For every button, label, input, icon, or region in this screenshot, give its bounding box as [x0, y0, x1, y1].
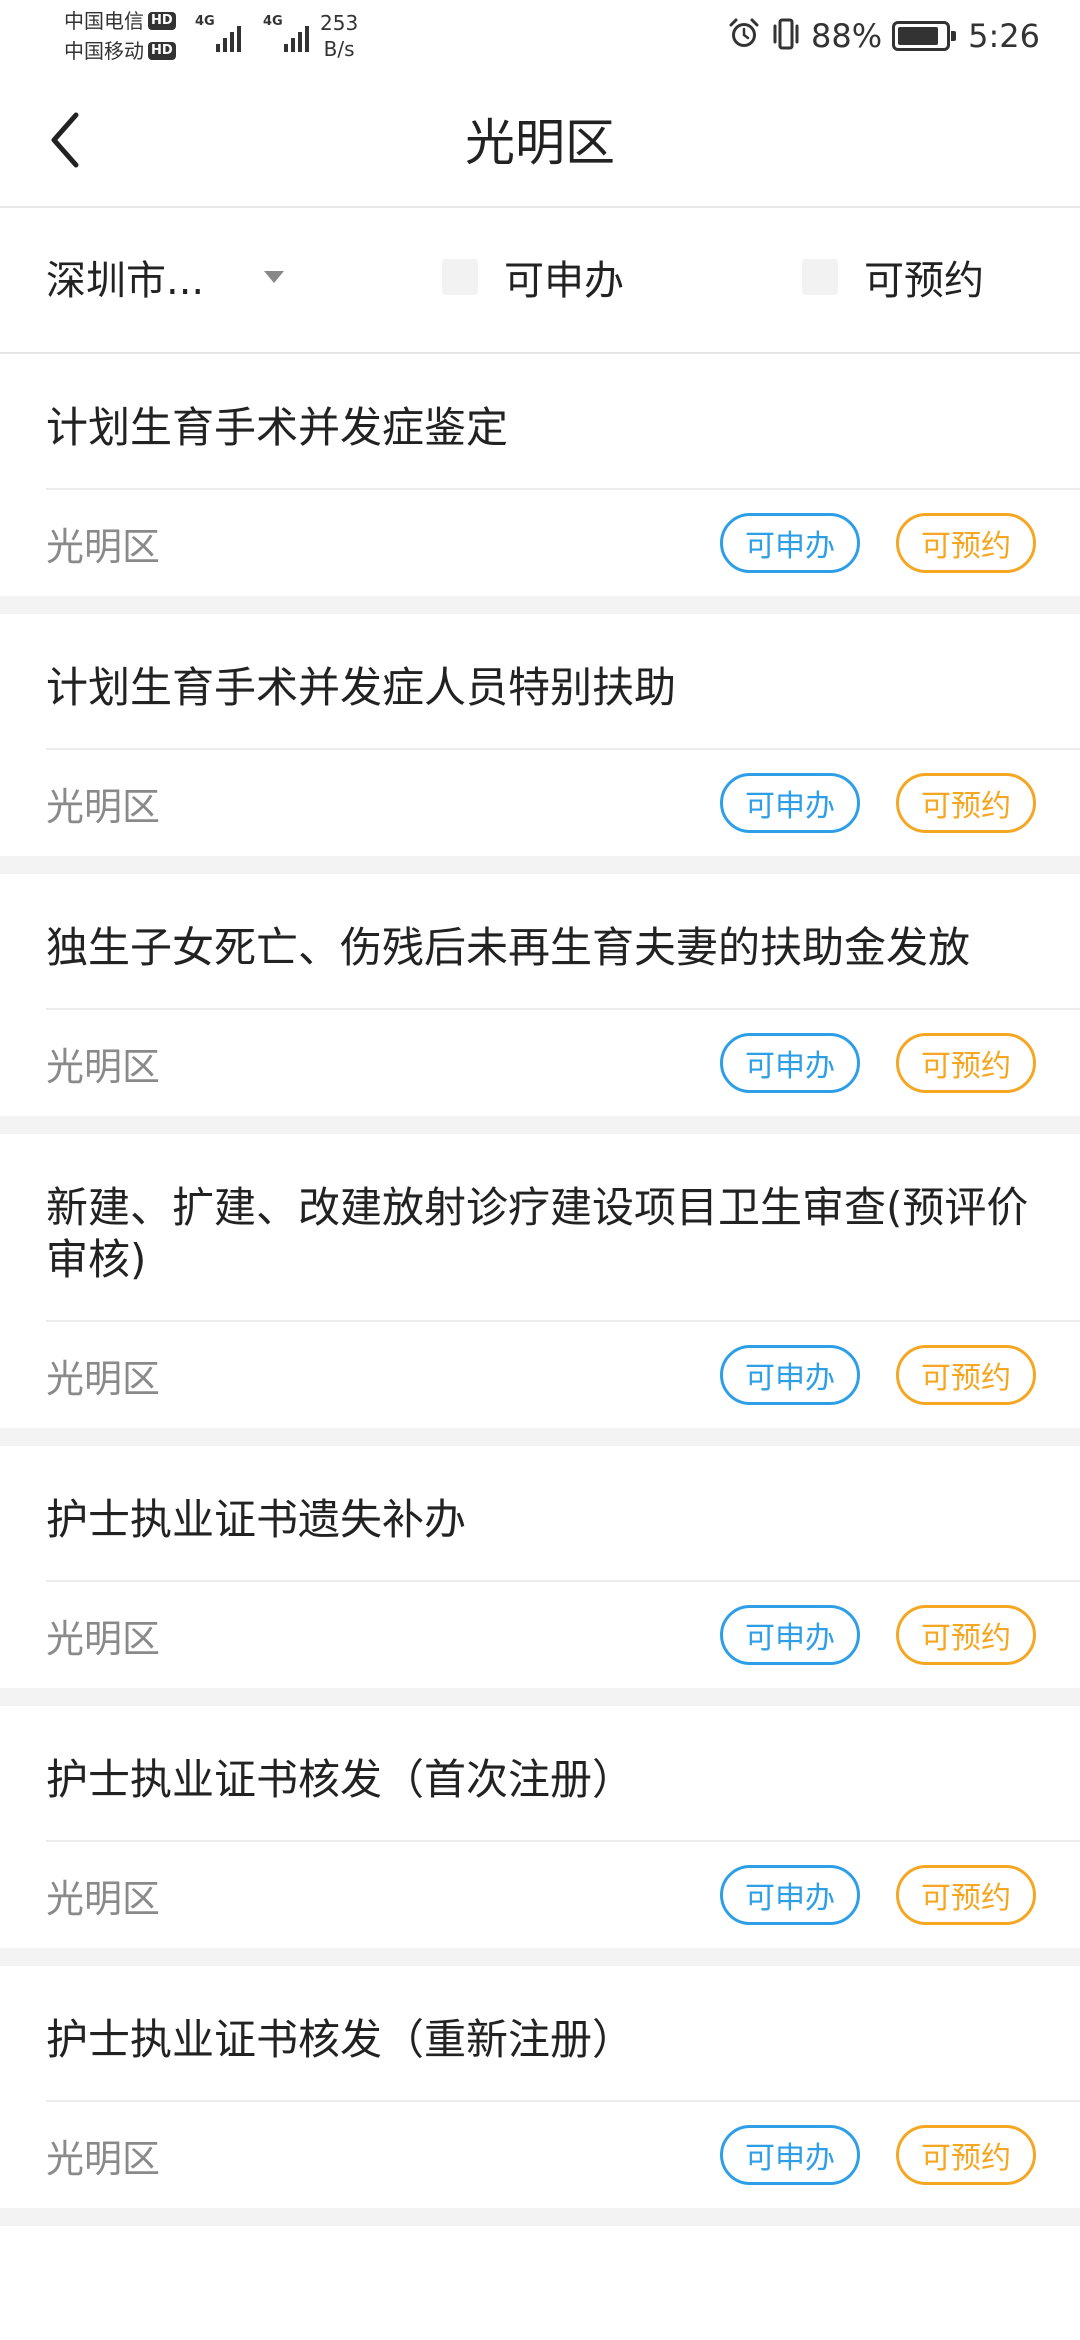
tag-bookable: 可预约 — [896, 513, 1036, 573]
signal-group: 4G 4G — [195, 14, 309, 54]
service-district: 光明区 — [46, 784, 161, 829]
tag-bookable: 可预约 — [896, 1345, 1036, 1405]
city-select-label: 深圳市... — [46, 258, 205, 304]
vibrate-icon — [771, 17, 801, 55]
nav-bar: 光明区 — [0, 72, 1080, 208]
service-list: 计划生育手术并发症鉴定 光明区 可申办 可预约 计划生育手术并发症人员特别扶助 … — [0, 354, 1080, 2226]
service-title: 护士执业证书核发（重新注册） — [46, 2015, 635, 2064]
carrier-info: 中国电信 HD 中国移动 HD — [64, 6, 176, 66]
net-type-1: 4G — [195, 14, 215, 29]
tag-applicable: 可申办 — [720, 1345, 860, 1405]
tag-bookable: 可预约 — [896, 1865, 1036, 1925]
tag-applicable: 可申办 — [720, 1865, 860, 1925]
signal-icon: 4G — [263, 14, 309, 54]
net-speed-value: 253 — [320, 11, 359, 35]
service-district: 光明区 — [46, 2136, 161, 2181]
filter-applicable-checkbox[interactable]: 可申办 — [442, 248, 624, 306]
tag-applicable: 可申办 — [720, 513, 860, 573]
caret-down-icon — [264, 271, 285, 283]
service-district: 光明区 — [46, 1356, 161, 1401]
status-right: 88% 5:26 — [727, 14, 1040, 58]
list-item[interactable]: 护士执业证书核发（首次注册） 光明区 可申办 可预约 — [0, 1706, 1080, 1948]
tag-bookable: 可预约 — [896, 773, 1036, 833]
battery-icon — [892, 21, 957, 51]
tag-bookable: 可预约 — [896, 1605, 1036, 1665]
filter-bookable-label: 可预约 — [864, 258, 984, 304]
list-item[interactable]: 计划生育手术并发症人员特别扶助 光明区 可申办 可预约 — [0, 614, 1080, 856]
carrier-2: 中国移动 — [64, 39, 144, 63]
service-title: 计划生育手术并发症人员特别扶助 — [46, 663, 677, 712]
tag-bookable: 可预约 — [896, 1033, 1036, 1093]
list-item[interactable]: 护士执业证书核发（重新注册） 光明区 可申办 可预约 — [0, 1966, 1080, 2208]
carrier-1: 中国电信 — [64, 9, 144, 33]
service-district: 光明区 — [46, 1616, 161, 1661]
net-speed-unit: B/s — [323, 37, 355, 61]
hd-badge: HD — [148, 42, 176, 60]
net-speed: 253 B/s — [320, 10, 358, 62]
clock: 5:26 — [968, 17, 1040, 55]
hd-badge: HD — [148, 12, 176, 30]
list-item[interactable]: 护士执业证书遗失补办 光明区 可申办 可预约 — [0, 1446, 1080, 1688]
battery-percent: 88% — [811, 17, 883, 55]
service-title: 新建、扩建、改建放射诊疗建设项目卫生审查(预评价审核) — [46, 1183, 1029, 1284]
filter-bookable-checkbox[interactable]: 可预约 — [802, 248, 984, 306]
city-select[interactable]: 深圳市... — [46, 248, 285, 306]
service-district: 光明区 — [46, 1876, 161, 1921]
service-title: 计划生育手术并发症鉴定 — [46, 403, 509, 452]
signal-icon: 4G — [195, 14, 241, 54]
page-title: 光明区 — [465, 114, 615, 172]
tag-applicable: 可申办 — [720, 1605, 860, 1665]
list-item[interactable]: 新建、扩建、改建放射诊疗建设项目卫生审查(预评价审核) 光明区 可申办 可预约 — [0, 1134, 1080, 1428]
tag-applicable: 可申办 — [720, 773, 860, 833]
battery-fill — [898, 27, 939, 45]
tag-applicable: 可申办 — [720, 1033, 860, 1093]
alarm-icon — [727, 17, 761, 55]
net-type-2: 4G — [263, 14, 283, 29]
checkbox-icon — [442, 259, 478, 295]
tag-applicable: 可申办 — [720, 2125, 860, 2185]
filter-applicable-label: 可申办 — [504, 258, 624, 304]
service-district: 光明区 — [46, 1044, 161, 1089]
status-bar: 中国电信 HD 中国移动 HD 4G 4G 253 B/s 88% 5:26 — [0, 0, 1080, 72]
service-district: 光明区 — [46, 524, 161, 569]
service-title: 护士执业证书遗失补办 — [46, 1495, 467, 1544]
list-item[interactable]: 计划生育手术并发症鉴定 光明区 可申办 可预约 — [0, 354, 1080, 596]
checkbox-icon — [802, 259, 838, 295]
service-title: 独生子女死亡、伤残后未再生育夫妻的扶助金发放 — [46, 923, 971, 972]
service-title: 护士执业证书核发（首次注册） — [46, 1755, 635, 1804]
list-item[interactable]: 独生子女死亡、伤残后未再生育夫妻的扶助金发放 光明区 可申办 可预约 — [0, 874, 1080, 1116]
filter-bar: 深圳市... 可申办 可预约 — [0, 208, 1080, 354]
tag-bookable: 可预约 — [896, 2125, 1036, 2185]
